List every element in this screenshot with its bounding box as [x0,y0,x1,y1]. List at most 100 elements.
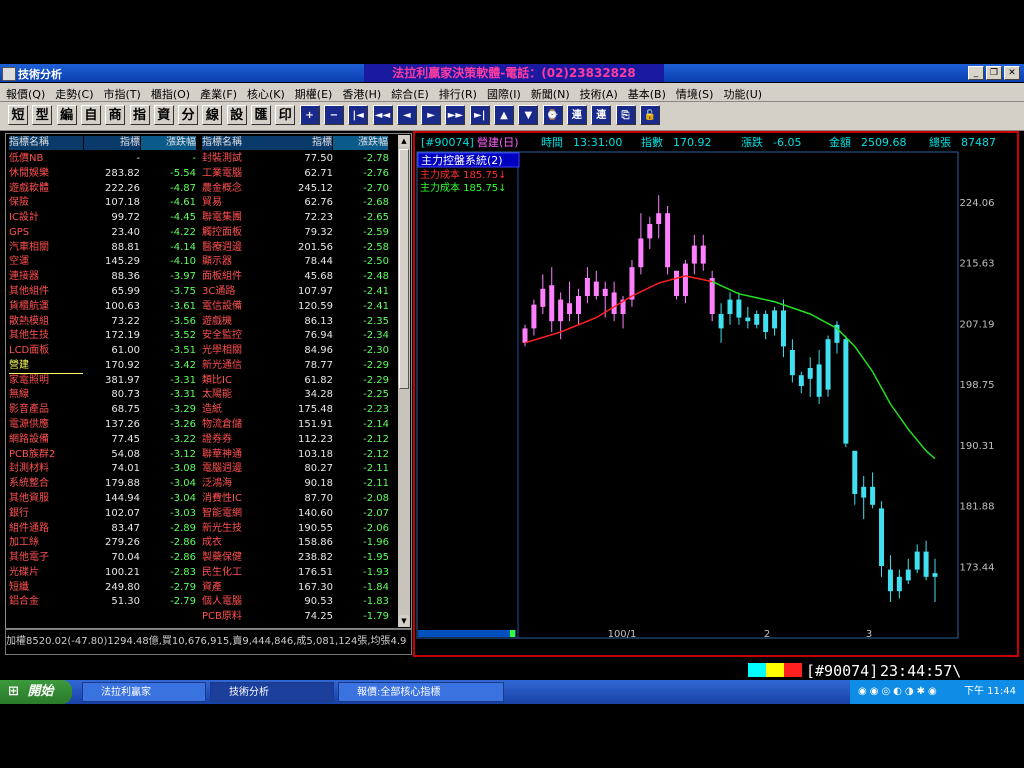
toolbar-button-0[interactable]: 短 [8,105,28,125]
toolbar-button-12[interactable]: + [299,105,320,125]
menu-item-6[interactable]: 期權(E) [289,84,337,102]
menu-item-14[interactable]: 情境(S) [670,84,718,102]
scroll-up-icon[interactable]: ▲ [399,135,409,147]
list-header-0[interactable]: 指標名稱 [9,136,83,150]
list-item-name[interactable]: 其他生技 [9,329,83,343]
list-item-name[interactable]: 休閒娛樂 [9,167,83,181]
menu-item-4[interactable]: 產業(F) [194,84,241,102]
restore-icon[interactable]: ❐ [986,66,1002,80]
list-item-name[interactable]: 其他組件 [9,285,83,299]
list-item-name[interactable]: 製藥保健 [202,551,276,565]
list-item-name[interactable]: 觸控面板 [202,226,276,240]
list-item-name[interactable]: 影音產品 [9,403,83,417]
list-item-name[interactable]: 散熱模組 [9,315,83,329]
menu-item-3[interactable]: 櫃指(O) [145,84,194,102]
list-item-name[interactable]: LCD面板 [9,344,83,358]
list-item-name[interactable]: 顯示器 [202,255,276,269]
toolbar-button-1[interactable]: 型 [32,105,53,125]
list-item-name[interactable]: 資產 [202,581,276,595]
list-item-name[interactable]: 空運 [9,255,83,269]
menu-item-1[interactable]: 走勢(C) [49,84,97,102]
toolbar-button-18[interactable]: ►► [445,105,466,125]
list-item-name[interactable]: PCB族群2 [9,448,83,462]
list-item-name[interactable]: 消費性IC [202,492,276,506]
menu-item-0[interactable]: 報價(Q) [0,84,49,102]
list-item-name[interactable]: 遊戲機 [202,315,276,329]
close-icon[interactable]: ✕ [1004,66,1020,80]
list-header-2[interactable]: 漲跌幅 [141,136,196,150]
list-item-name[interactable]: 農金概念 [202,182,276,196]
list-item-name[interactable]: 其他電子 [9,551,83,565]
menu-item-5[interactable]: 核心(K) [241,84,289,102]
list-item-name[interactable]: 個人電腦 [202,595,276,609]
toolbar-button-23[interactable]: 連 [566,105,587,125]
menu-item-2[interactable]: 市指(T) [98,84,145,102]
toolbar-button-26[interactable]: 🔓 [639,105,660,125]
list-item-name[interactable]: 造紙 [202,403,276,417]
toolbar-button-9[interactable]: 設 [226,105,247,125]
list-item-name[interactable]: 3C通路 [202,285,276,299]
list-item-name[interactable]: 電腦週邊 [202,462,276,476]
list-item-name[interactable]: 聯電集團 [202,211,276,225]
toolbar-button-6[interactable]: 資 [153,105,174,125]
list-item-name[interactable]: 鋁合金 [9,595,83,609]
list-item-name[interactable]: GPS [9,226,83,240]
minimize-icon[interactable]: _ [968,66,984,80]
list-item-name[interactable]: 智能電網 [202,507,276,521]
scroll-down-icon[interactable]: ▼ [399,615,409,627]
list-item-name[interactable]: 銀行 [9,507,83,521]
list-item-name[interactable]: 家電照明 [9,374,83,388]
list-item-name[interactable]: 加工絲 [9,536,83,550]
list-header-3[interactable]: 指標名稱 [202,136,276,150]
list-item-name[interactable]: 系統整合 [9,477,83,491]
list-item-name[interactable]: 醫療週邊 [202,241,276,255]
menu-item-8[interactable]: 綜合(E) [385,84,433,102]
list-header-5[interactable]: 漲跌幅 [333,136,388,150]
menu-item-13[interactable]: 基本(B) [622,84,670,102]
list-item-name[interactable]: PCB原料 [202,610,276,624]
toolbar-button-2[interactable]: 編 [56,105,77,125]
list-item-name[interactable]: 汽車相關 [9,241,83,255]
toolbar-button-22[interactable]: ⌚ [542,105,563,125]
list-item-name[interactable]: 物流倉儲 [202,418,276,432]
list-item-name[interactable]: 其他資服 [9,492,83,506]
toolbar-button-17[interactable]: ► [421,105,442,125]
toolbar-button-5[interactable]: 指 [129,105,150,125]
list-item-name[interactable]: 電信設備 [202,300,276,314]
menu-item-11[interactable]: 新聞(N) [525,84,574,102]
toolbar-button-25[interactable]: ⎘ [615,105,636,125]
list-item-name[interactable]: 貿易 [202,196,276,210]
list-item-name[interactable]: 工業電腦 [202,167,276,181]
list-item-name[interactable]: 安全監控 [202,329,276,343]
toolbar-button-15[interactable]: ◄◄ [372,105,393,125]
toolbar-button-16[interactable]: ◄ [396,105,417,125]
menu-item-7[interactable]: 香港(H) [336,84,385,102]
task-button-technical[interactable]: 技術分析 [210,682,334,702]
list-item-name[interactable]: 電源供應 [9,418,83,432]
menu-item-12[interactable]: 技術(A) [574,84,622,102]
toolbar-button-20[interactable]: ▲ [494,105,514,125]
list-item-name[interactable]: 連接器 [9,270,83,284]
toolbar-button-13[interactable]: − [323,105,344,125]
list-item-name[interactable]: 光學相關 [202,344,276,358]
list-item-name[interactable]: 太陽能 [202,388,276,402]
list-item-name[interactable]: 網路設備 [9,433,83,447]
list-item-name[interactable]: 泛鴻海 [202,477,276,491]
list-item-name[interactable]: 無線 [9,388,83,402]
list-item-name[interactable]: 短纖 [9,581,83,595]
window-titlebar[interactable]: 技術分析 法拉利贏家決策軟體-電話：(02)23832828 _ ❐ ✕ [0,64,1024,82]
list-item-name[interactable]: 營建 [9,359,83,374]
menu-item-9[interactable]: 排行(R) [433,84,481,102]
list-item-name[interactable]: 類比IC [202,374,276,388]
list-item-name[interactable]: 遊戲軟體 [9,182,83,196]
toolbar-button-4[interactable]: 商 [105,105,126,125]
list-item-name[interactable]: 成衣 [202,536,276,550]
toolbar-button-14[interactable]: |◄ [348,105,369,125]
list-item-name[interactable]: 民生化工 [202,566,276,580]
toolbar-button-3[interactable]: 自 [80,105,101,125]
toolbar-button-21[interactable]: ▼ [518,105,539,125]
list-item-name[interactable]: 新光通信 [202,359,276,373]
toolbar-button-8[interactable]: 線 [202,105,223,125]
list-item-name[interactable]: IC設計 [9,211,83,225]
list-item-name[interactable]: 貨櫃航運 [9,300,83,314]
